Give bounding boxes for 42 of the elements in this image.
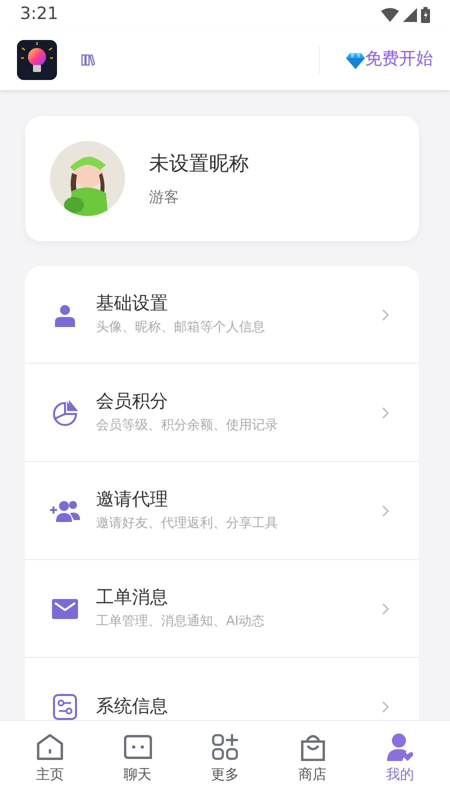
signal-icon bbox=[403, 8, 417, 22]
menu-row[interactable]: 会员积分 会员等级、积分余额、使用记录 bbox=[25, 364, 419, 462]
free-start-button[interactable]: 免费开始 bbox=[365, 47, 433, 73]
menu-row[interactable]: 邀请代理 邀请好友、代理返利、分享工具 bbox=[25, 462, 419, 560]
grid-plus-icon bbox=[211, 733, 239, 761]
chat-icon bbox=[124, 733, 152, 761]
home-icon bbox=[36, 733, 64, 761]
menu-item-subtitle: 工单管理、消息通知、AI动态 bbox=[96, 613, 266, 632]
menu-item-subtitle: 头像、昵称、邮箱等个人信息 bbox=[96, 319, 266, 338]
tab-item[interactable]: 聊天 bbox=[108, 733, 168, 800]
tab-item[interactable]: 主页 bbox=[20, 733, 80, 800]
menu-item-title: 会员积分 bbox=[96, 390, 169, 414]
diamond-icon bbox=[346, 52, 365, 68]
person-heart-icon bbox=[386, 733, 414, 761]
chevron-right-icon bbox=[382, 406, 389, 418]
menu-item-title: 基础设置 bbox=[96, 292, 169, 316]
pie-chart-icon bbox=[50, 398, 80, 426]
nickname: 未设置昵称 bbox=[149, 150, 249, 178]
chevron-right-icon bbox=[382, 308, 389, 320]
mail-icon bbox=[50, 598, 80, 618]
tab-item[interactable]: 更多 bbox=[195, 733, 255, 800]
menu-item-subtitle: 会员等级、积分余额、使用记录 bbox=[96, 417, 279, 436]
books-icon[interactable] bbox=[81, 54, 95, 66]
user-role: 游客 bbox=[149, 187, 180, 208]
chevron-right-icon bbox=[382, 504, 389, 516]
chevron-right-icon bbox=[382, 602, 389, 614]
lightbulb-logo-icon bbox=[17, 40, 57, 80]
battery-icon bbox=[421, 7, 430, 23]
chevron-right-icon bbox=[382, 700, 389, 712]
menu-item-title: 工单消息 bbox=[96, 586, 169, 610]
menu-item-title: 系统信息 bbox=[96, 694, 169, 718]
menu-row[interactable]: 基础设置 头像、昵称、邮箱等个人信息 bbox=[25, 266, 419, 364]
tab-item[interactable]: 商店 bbox=[282, 733, 342, 800]
settings-sliders-icon bbox=[50, 694, 80, 720]
menu-row[interactable]: 工单消息 工单管理、消息通知、AI动态 bbox=[25, 560, 419, 658]
menu-item-title: 邀请代理 bbox=[96, 488, 169, 512]
menu-item-subtitle: 邀请好友、代理返利、分享工具 bbox=[96, 515, 279, 534]
shopping-bag-icon bbox=[298, 733, 326, 761]
clock-time: 3:21 bbox=[20, 3, 58, 26]
tab-item[interactable]: 我的 bbox=[370, 733, 430, 800]
add-people-icon bbox=[50, 500, 80, 522]
wifi-icon bbox=[381, 8, 399, 22]
